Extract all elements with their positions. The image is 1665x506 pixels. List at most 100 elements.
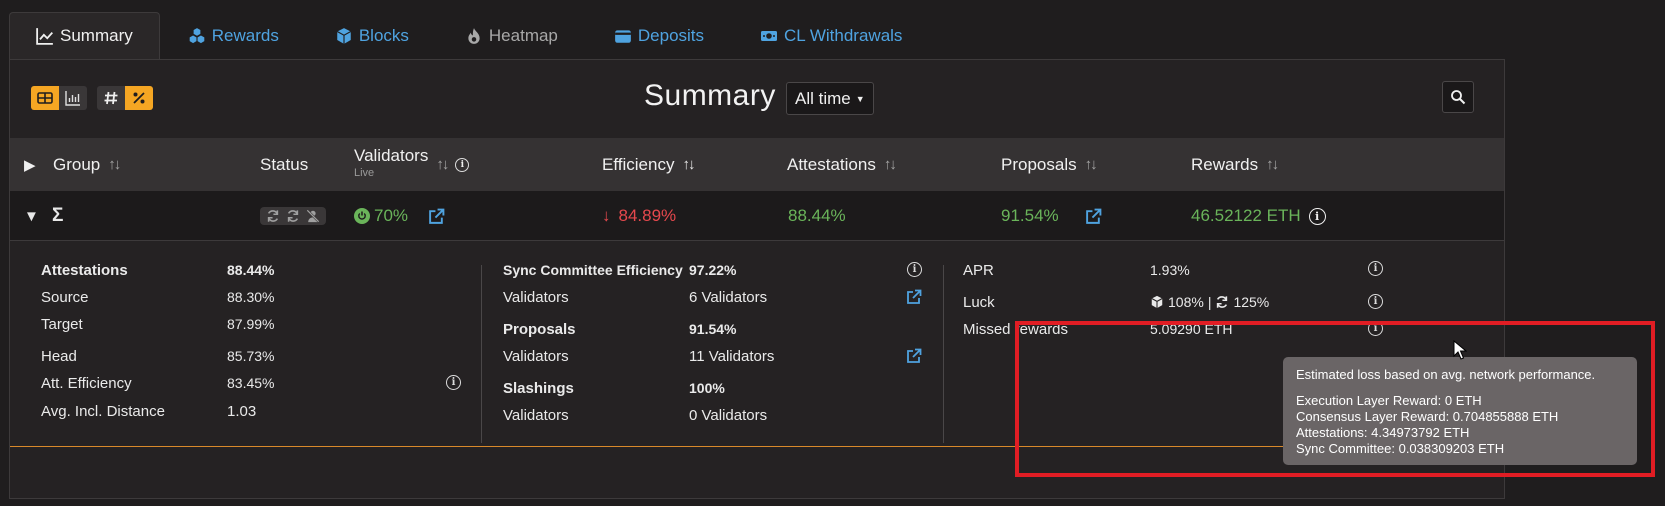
detail-label: Avg. Incl. Distance: [41, 403, 165, 420]
external-link-icon[interactable]: [906, 348, 922, 364]
rewards-value: 46.52122 ETH: [1191, 206, 1301, 225]
info-icon[interactable]: i: [907, 262, 922, 277]
chart-view-button[interactable]: [59, 86, 87, 110]
tab-cl-withdrawals-label: CL Withdrawals: [784, 25, 903, 45]
detail-value: 87.99%: [227, 316, 275, 332]
column-validators-label: Validators: [354, 146, 429, 165]
info-icon[interactable]: i: [446, 375, 461, 390]
caret-down-icon: ▼: [24, 207, 39, 225]
column-validators[interactable]: Validators Live ↑↓ i: [354, 138, 470, 191]
tab-cl-withdrawals[interactable]: CL Withdrawals: [732, 12, 930, 59]
detail-label: Validators: [503, 407, 569, 424]
detail-value: 85.73%: [227, 348, 275, 364]
column-efficiency-label: Efficiency: [602, 154, 675, 174]
mouse-cursor-icon: [1453, 340, 1467, 360]
sort-icon: ↑↓: [108, 156, 121, 173]
cube-icon: [1151, 295, 1163, 309]
table-row-total[interactable]: ▼ Σ 70% ↓ 84.89% 88.44% 91.54% 46.52122 …: [10, 191, 1504, 241]
caret-right-icon: ▶: [24, 156, 36, 174]
hashtag-icon: [104, 91, 118, 105]
detail-label-luck: Luck: [963, 294, 995, 311]
info-icon[interactable]: i: [1368, 294, 1383, 309]
tab-summary-label: Summary: [60, 26, 133, 45]
tooltip-heading: Estimated loss based on avg. network per…: [1296, 367, 1596, 382]
table-icon: [37, 92, 53, 104]
tab-blocks[interactable]: Blocks: [307, 12, 437, 59]
column-validators-sublabel: Live: [354, 167, 375, 179]
status-cell: [260, 191, 326, 241]
detail-value: 1.03: [227, 403, 257, 420]
user-slash-icon: [306, 209, 320, 223]
power-icon: [354, 208, 370, 224]
detail-value: 83.45%: [227, 375, 275, 391]
detail-value: 97.22%: [689, 262, 737, 278]
tooltip-line: Attestations: 4.34973792 ETH: [1296, 425, 1470, 440]
tooltip: Estimated loss based on avg. network per…: [1283, 357, 1637, 465]
detail-value: 11 Validators: [689, 348, 775, 365]
column-divider: [943, 265, 944, 443]
fire-icon: [468, 27, 480, 44]
column-proposals[interactable]: Proposals ↑↓: [1001, 138, 1098, 191]
column-divider: [481, 265, 482, 443]
expand-all-toggle[interactable]: ▶: [24, 138, 36, 191]
detail-value-apr: 1.93%: [1150, 262, 1190, 278]
column-rewards[interactable]: Rewards ↑↓: [1191, 138, 1279, 191]
search-button[interactable]: [1442, 81, 1474, 113]
sort-icon: ↑↓: [883, 156, 897, 173]
tab-rewards-label: Rewards: [211, 25, 279, 45]
column-efficiency[interactable]: Efficiency ↑↓: [602, 138, 695, 191]
status-badge: [260, 207, 326, 225]
view-toggle: [31, 86, 87, 110]
tab-summary[interactable]: Summary: [9, 12, 160, 59]
time-filter-select[interactable]: All time ▼: [786, 82, 874, 115]
detail-label: Validators: [503, 289, 569, 306]
sync-icon: [287, 210, 299, 222]
detail-label: Validators: [503, 348, 569, 365]
detail-label: Target: [41, 316, 83, 333]
detail-label: Head: [41, 348, 77, 365]
group-name: Σ: [52, 205, 64, 226]
info-icon[interactable]: i: [1368, 261, 1383, 276]
column-attestations-label: Attestations: [787, 154, 876, 174]
chart-line-icon: [36, 28, 53, 45]
sort-icon: ↑↓: [1266, 156, 1279, 173]
external-link-icon[interactable]: [1085, 208, 1102, 225]
search-icon: [1451, 90, 1466, 105]
column-attestations[interactable]: Attestations ↑↓: [787, 138, 897, 191]
detail-value: 0 Validators: [689, 407, 768, 424]
column-proposals-label: Proposals: [1001, 154, 1077, 174]
luck-blocks-value: 108%: [1168, 294, 1204, 310]
sort-icon: ↑↓: [682, 156, 695, 173]
info-icon[interactable]: i: [1308, 207, 1326, 225]
collapse-toggle[interactable]: ▼: [24, 191, 39, 241]
detail-label: Att. Efficiency: [41, 375, 132, 392]
tooltip-line: Sync Committee: 0.038309203 ETH: [1296, 441, 1505, 456]
absolute-mode-button[interactable]: [97, 86, 125, 110]
money-bill-icon: [761, 30, 778, 41]
attestations-value: 88.44%: [788, 206, 846, 225]
detail-value: 100%: [689, 380, 725, 396]
tooltip-line: Consensus Layer Reward: 0.704855888 ETH: [1296, 409, 1559, 424]
detail-value: 6 Validators: [689, 289, 768, 306]
unit-toggle: [97, 86, 153, 110]
validators-online-cell: 70%: [354, 191, 445, 241]
bar-chart-icon: [65, 91, 80, 106]
tab-heatmap[interactable]: Heatmap: [437, 12, 586, 59]
table-view-button[interactable]: [31, 86, 59, 110]
tooltip-line: Execution Layer Reward: 0 ETH: [1296, 393, 1482, 408]
detail-label: Source: [41, 289, 89, 306]
external-link-icon[interactable]: [906, 289, 922, 305]
tab-rewards[interactable]: Rewards: [160, 12, 307, 59]
efficiency-cell: ↓ 84.89%: [602, 191, 676, 241]
detail-value: 88.30%: [227, 289, 275, 305]
column-group[interactable]: Group ↑↓: [53, 138, 121, 191]
detail-label: Proposals: [503, 321, 576, 338]
percent-mode-button[interactable]: [125, 86, 153, 110]
column-status-label: Status: [260, 154, 309, 174]
column-rewards-label: Rewards: [1191, 154, 1259, 174]
info-icon[interactable]: i: [455, 157, 470, 172]
sync-icon: [1217, 296, 1228, 308]
tab-deposits[interactable]: Deposits: [586, 12, 732, 59]
luck-separator: |: [1207, 294, 1212, 310]
external-link-icon[interactable]: [428, 208, 445, 225]
